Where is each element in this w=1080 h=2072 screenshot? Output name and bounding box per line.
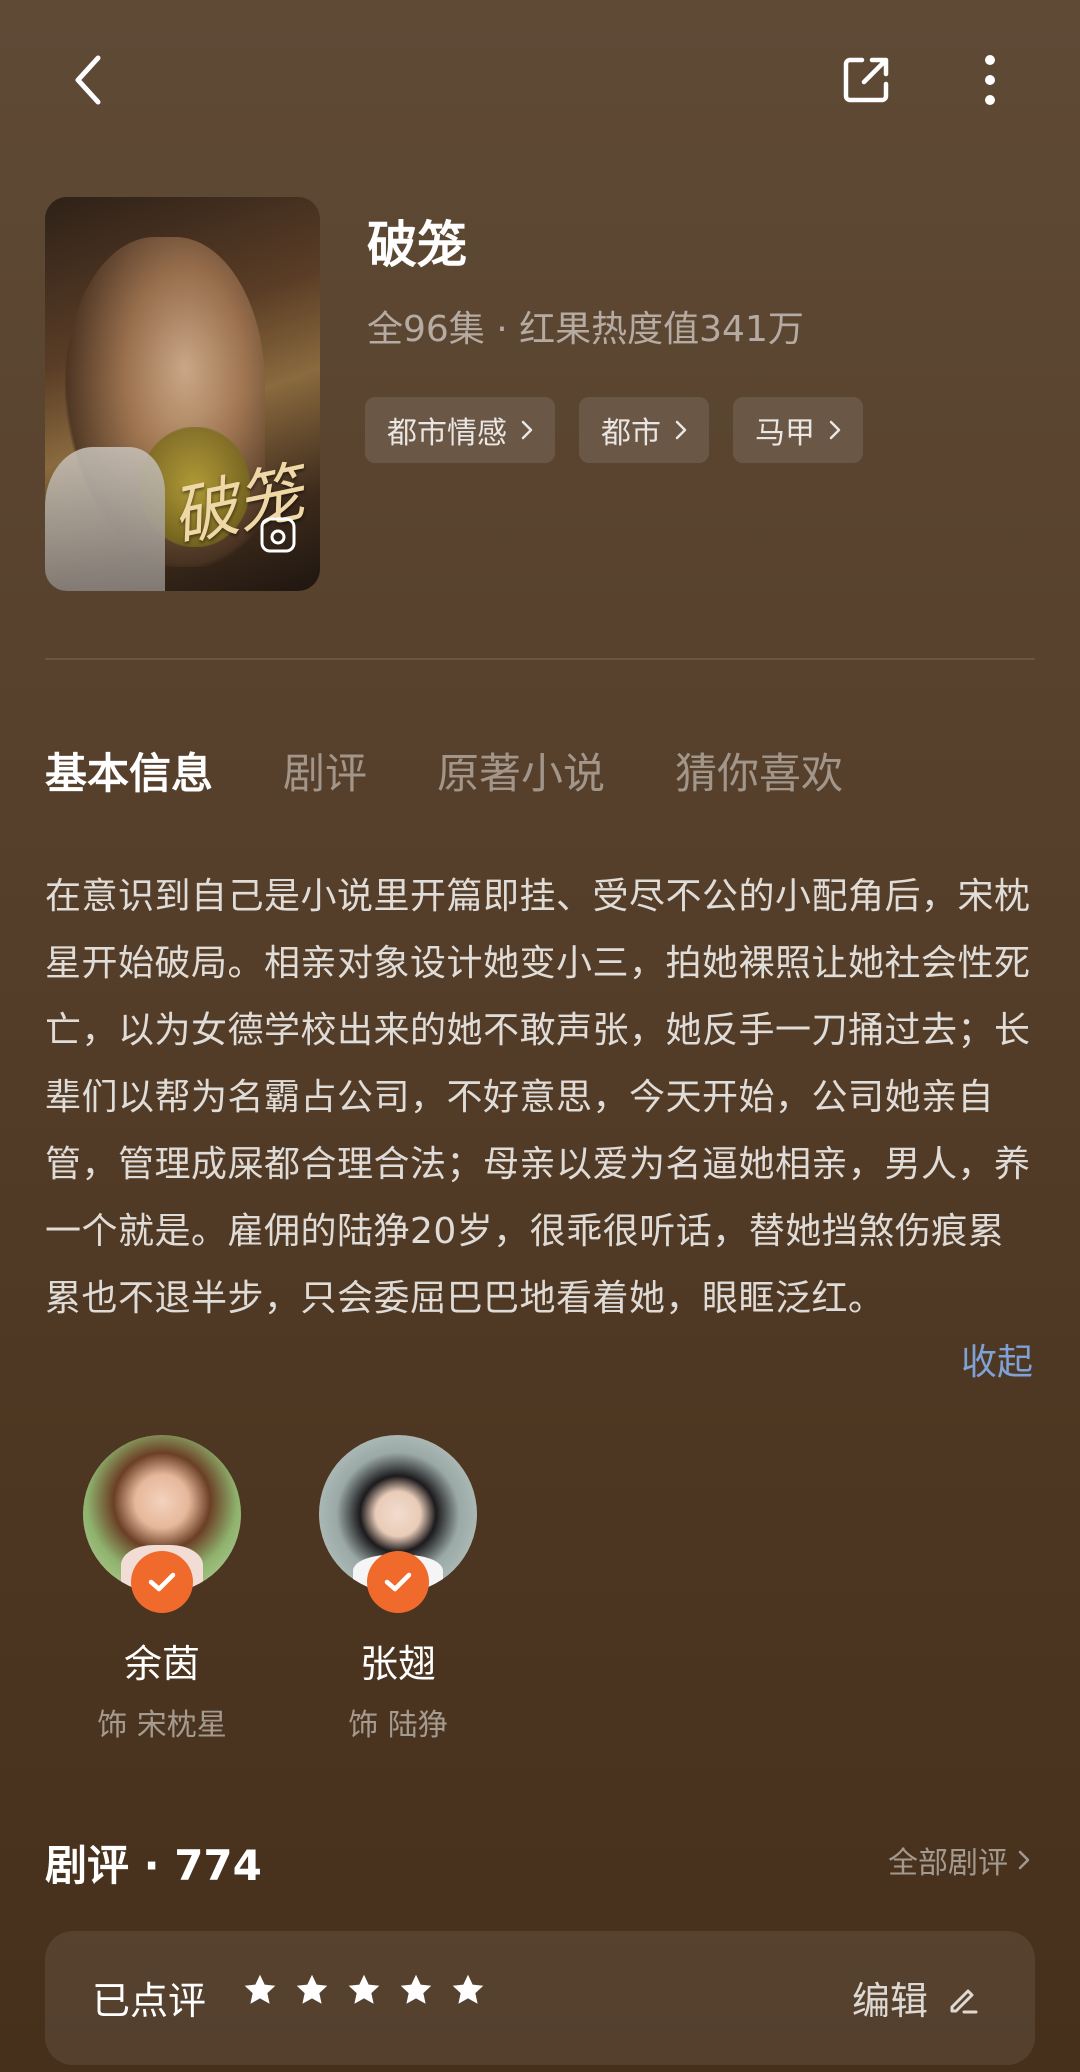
verified-badge xyxy=(367,1551,429,1613)
cast-card[interactable]: 余茵 饰 宋枕星 xyxy=(62,1435,262,1744)
rated-label: 已点评 xyxy=(92,1979,207,2023)
check-icon xyxy=(384,1572,412,1592)
drama-meta: 全96集 · 红果热度值341万 xyxy=(367,309,804,350)
synopsis-text: 在意识到自己是小说里开篇即挂、受尽不公的小配角后，宋枕星开始破局。相亲对象设计她… xyxy=(45,876,1031,1319)
cast-name: 余茵 xyxy=(123,1642,200,1686)
edit-review-button[interactable]: 编辑 xyxy=(852,1970,980,2025)
chevron-left-icon xyxy=(75,55,101,105)
chevron-right-icon xyxy=(675,420,687,440)
chevron-right-icon xyxy=(521,420,533,440)
share-button[interactable] xyxy=(826,40,906,120)
verified-badge xyxy=(131,1551,193,1613)
avatar xyxy=(319,1435,477,1613)
more-vertical-icon xyxy=(985,55,995,105)
tag-label: 都市情感 xyxy=(387,416,507,451)
share-external-icon xyxy=(843,57,889,103)
tag-label: 都市 xyxy=(601,416,661,451)
star-icon xyxy=(244,1974,276,2004)
avatar xyxy=(83,1435,241,1613)
star-icon xyxy=(452,1974,484,2004)
poster-logo-icon xyxy=(260,517,296,553)
tab-recommendations[interactable]: 猜你喜欢 xyxy=(675,740,843,801)
tag-label: 马甲 xyxy=(755,416,815,451)
tag-chip[interactable]: 都市情感 xyxy=(365,397,555,463)
drama-title: 破笼 xyxy=(367,216,467,274)
star-icon xyxy=(296,1974,328,2004)
tab-original-novel[interactable]: 原著小说 xyxy=(437,740,605,801)
all-reviews-link[interactable]: 全部剧评 xyxy=(888,1838,1030,1882)
poster-shirt xyxy=(45,447,165,591)
pencil-icon xyxy=(950,1989,978,2013)
collapse-button[interactable]: 收起 xyxy=(961,1333,1033,1385)
star-icon xyxy=(348,1974,380,2004)
star-icon xyxy=(400,1974,432,2004)
cast-card[interactable]: 张翅 饰 陆狰 xyxy=(298,1435,498,1744)
all-reviews-label: 全部剧评 xyxy=(888,1846,1008,1881)
rating-stars xyxy=(242,1972,486,2008)
cast-role: 饰 陆狰 xyxy=(348,1708,448,1743)
tab-bar: 基本信息 剧评 原著小说 猜你喜欢 xyxy=(45,740,843,801)
tab-basic-info[interactable]: 基本信息 xyxy=(45,740,213,801)
drama-poster[interactable]: 破笼 xyxy=(45,197,320,591)
chevron-right-icon xyxy=(1018,1850,1030,1870)
tag-chip[interactable]: 都市 xyxy=(579,397,709,463)
back-button[interactable] xyxy=(48,40,128,120)
reviews-title: 剧评 · 774 xyxy=(45,1841,262,1890)
edit-label: 编辑 xyxy=(851,1979,928,2023)
tag-chip[interactable]: 马甲 xyxy=(733,397,863,463)
chevron-right-icon xyxy=(829,420,841,440)
tab-reviews[interactable]: 剧评 xyxy=(283,740,367,801)
cast-name: 张翅 xyxy=(359,1642,436,1686)
check-icon xyxy=(148,1572,176,1592)
cast-role: 饰 宋枕星 xyxy=(97,1708,227,1743)
tag-list: 都市情感 都市 马甲 xyxy=(365,397,863,463)
section-divider xyxy=(45,658,1035,660)
more-button[interactable] xyxy=(950,40,1030,120)
